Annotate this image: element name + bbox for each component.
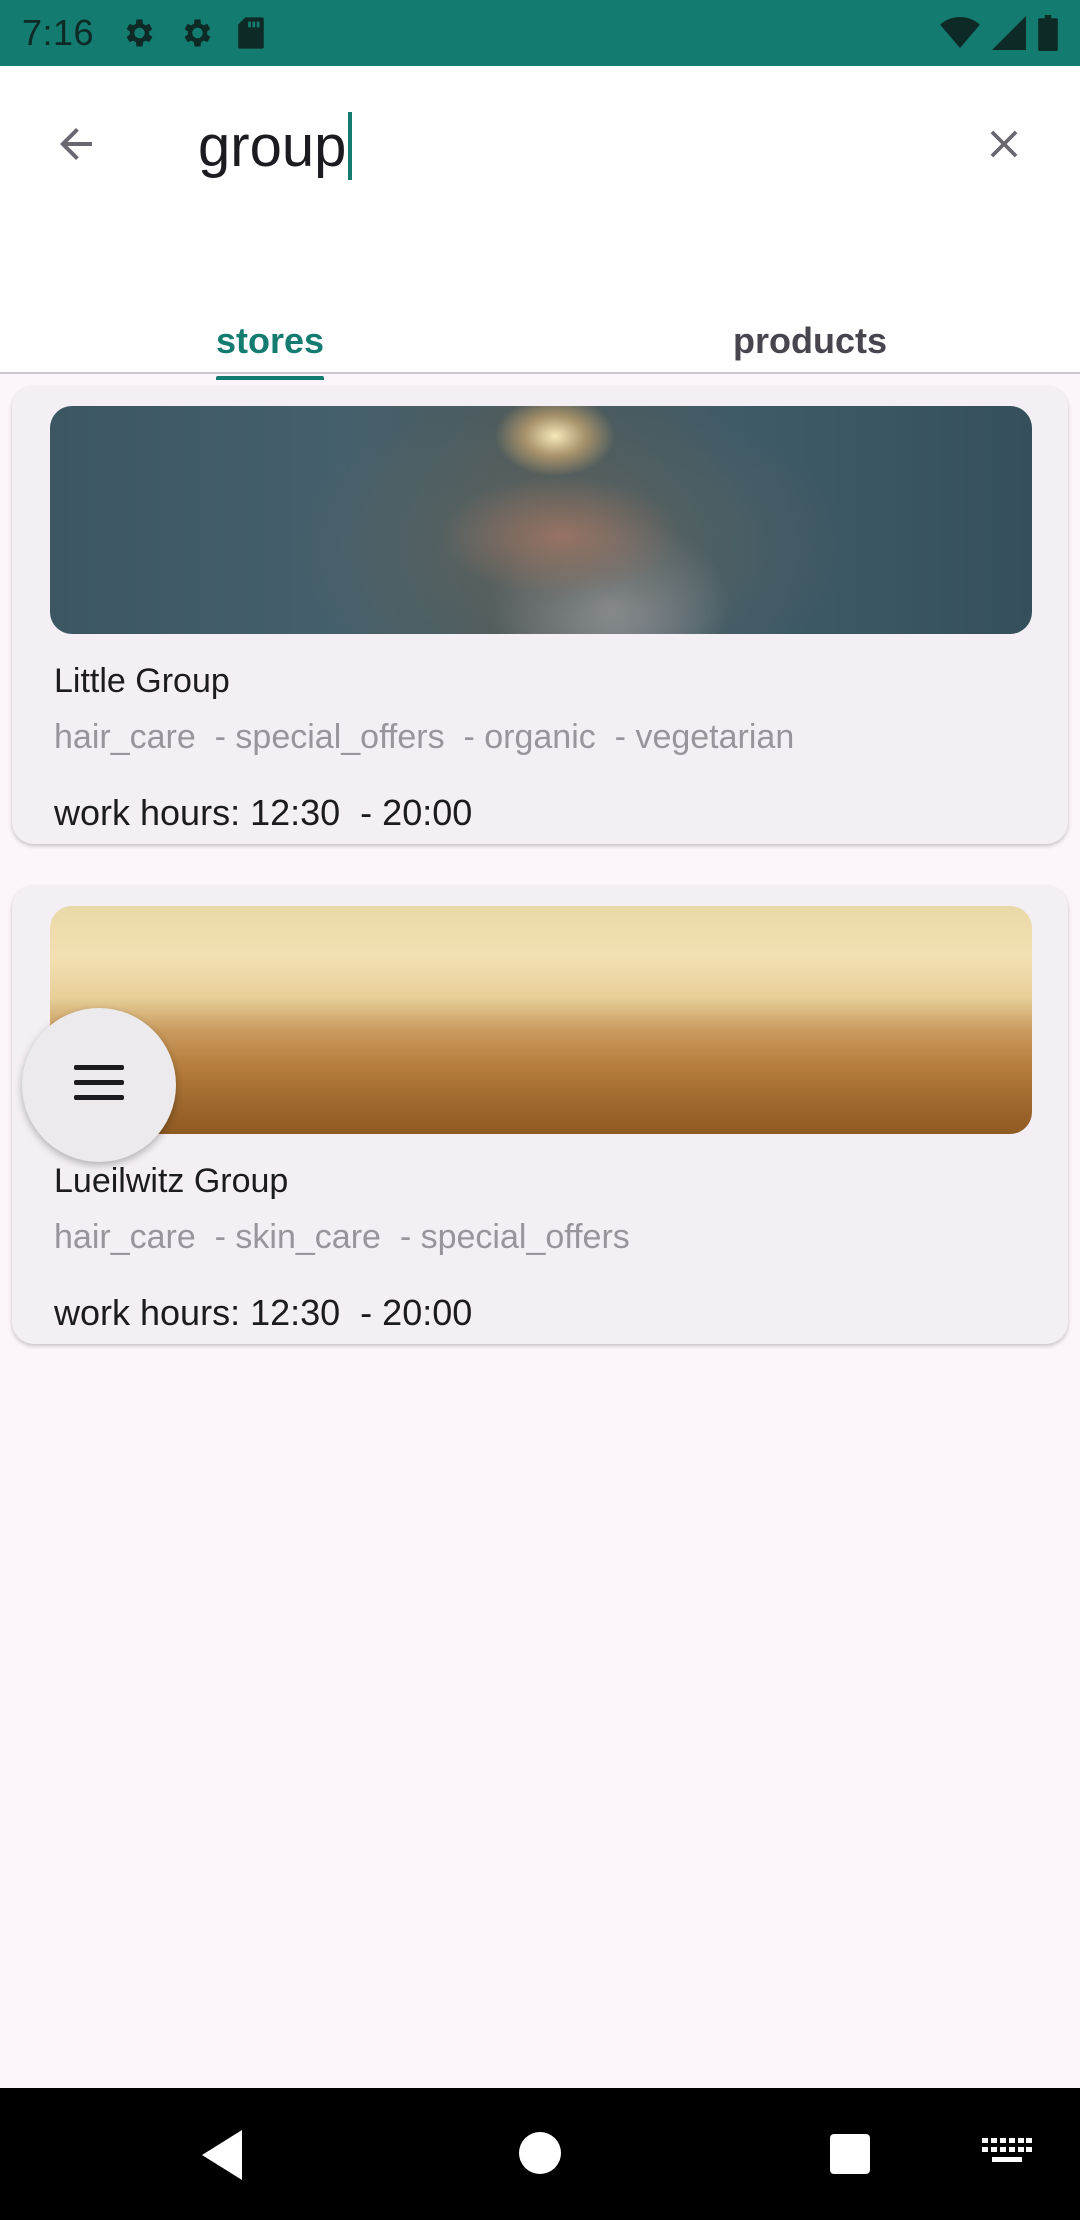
status-time: 7:16: [22, 12, 95, 53]
store-name: Little Group: [54, 662, 230, 700]
store-hours: work hours: 12:30 - 20:00: [54, 792, 472, 834]
store-tag: - organic: [454, 718, 596, 756]
store-card[interactable]: Little Group hair_care - special_offers …: [12, 386, 1068, 844]
hours-close: 20:00: [382, 1292, 473, 1333]
tab-stores-label: stores: [215, 320, 325, 380]
store-tags: hair_care - skin_care - special_offers: [54, 1218, 630, 1257]
battery-icon: [1038, 15, 1058, 51]
status-icons-right: [940, 15, 1058, 51]
keyboard-icon[interactable]: [982, 2138, 1032, 2168]
clear-search-button[interactable]: [972, 114, 1036, 178]
status-bar: 7:16: [0, 0, 1080, 66]
gear-icon: [120, 15, 156, 51]
store-tags: hair_care - special_offers - organic - v…: [54, 718, 794, 757]
store-hours: work hours: 12:30 - 20:00: [54, 1292, 472, 1334]
store-card[interactable]: Lueilwitz Group hair_care - skin_care - …: [12, 886, 1068, 1344]
signal-icon: [992, 16, 1026, 50]
nav-recents-icon[interactable]: [830, 2134, 870, 2174]
nav-home-icon[interactable]: [519, 2132, 561, 2174]
tab-products-label: products: [732, 320, 887, 361]
close-icon: [981, 121, 1027, 172]
store-image: [50, 406, 1032, 634]
back-button[interactable]: [44, 114, 108, 178]
gear-icon: [178, 15, 214, 51]
hours-separator: -: [340, 792, 383, 833]
horizon-photo: [50, 906, 1032, 1134]
menu-icon: [74, 1064, 124, 1106]
store-tag: - special_offers: [390, 1218, 630, 1256]
system-nav-bar: [0, 2088, 1080, 2220]
hours-separator: -: [340, 1292, 383, 1333]
arrow-back-icon: [52, 120, 100, 173]
wifi-icon: [940, 16, 980, 50]
nav-back-icon[interactable]: [198, 2128, 248, 2182]
search-input-value: group: [198, 113, 347, 179]
search-input[interactable]: group: [198, 106, 353, 186]
store-tag: - skin_care: [205, 1218, 381, 1256]
store-tag: - vegetarian: [605, 718, 795, 756]
store-tag: hair_care: [54, 1218, 196, 1256]
tab-bar: stores products: [0, 286, 1080, 380]
hours-label: work hours:: [54, 1292, 251, 1333]
hours-open: 12:30: [250, 1292, 341, 1333]
tab-stores[interactable]: stores: [0, 286, 540, 380]
menu-fab-button[interactable]: [22, 1008, 176, 1162]
sd-card-icon: [236, 16, 266, 50]
hours-close: 20:00: [382, 792, 473, 833]
store-image: [50, 906, 1032, 1134]
hours-open: 12:30: [250, 792, 341, 833]
status-icons-left: [120, 15, 266, 51]
tab-products[interactable]: products: [540, 286, 1080, 372]
store-tag: - special_offers: [205, 718, 445, 756]
hours-label: work hours:: [54, 792, 251, 833]
search-app-bar: group: [0, 66, 1080, 286]
store-tag: hair_care: [54, 718, 196, 756]
sparkler-photo: [50, 406, 1032, 634]
text-cursor: [348, 112, 353, 180]
store-name: Lueilwitz Group: [54, 1162, 289, 1200]
